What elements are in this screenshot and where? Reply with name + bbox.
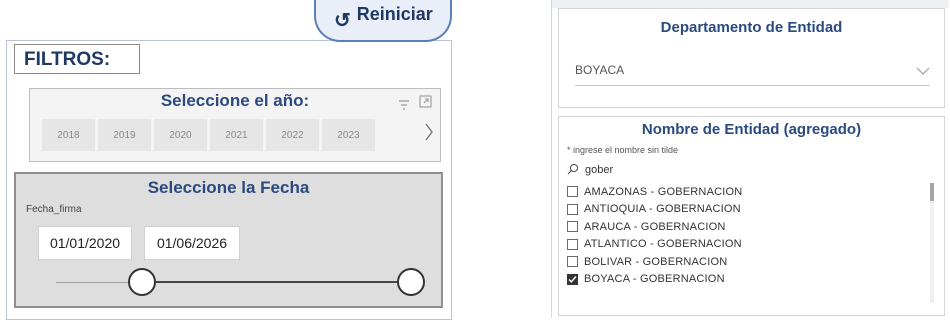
year-chip[interactable]: 2020 [154, 119, 207, 151]
year-slicer: Seleccione el año: 2018 2019 2020 2021 2… [29, 88, 441, 162]
checkbox[interactable] [567, 186, 578, 198]
search-icon [567, 163, 579, 178]
filter-icon[interactable] [398, 97, 410, 115]
department-dropdown[interactable]: BOYACA [575, 55, 930, 86]
checkbox[interactable] [567, 238, 578, 250]
list-item[interactable]: ATLANTICO - GOBERNACION [567, 236, 929, 254]
list-item-label: BOLIVAR - GOBERNACION [584, 255, 728, 268]
year-slicer-title: Seleccione el año: [160, 91, 310, 110]
year-chip[interactable]: 2019 [98, 119, 151, 151]
entity-list-scrollbar[interactable] [930, 183, 934, 303]
entity-list: AMAZONAS - GOBERNACION ANTIOQUIA - GOBER… [567, 183, 929, 309]
start-date-slider-handle[interactable] [128, 268, 156, 296]
list-item-label: ARAUCA - GOBERNACION [584, 220, 726, 233]
list-item-label: AMAZONAS - GOBERNACION [584, 185, 743, 198]
list-item-label: ANTIOQUIA - GOBERNACION [584, 203, 741, 216]
scrollbar-thumb[interactable] [930, 183, 934, 201]
entity-slicer: Nombre de Entidad (agregado) * ingrese e… [558, 116, 945, 316]
year-chip[interactable]: 2023 [322, 119, 375, 151]
year-chip[interactable]: 2018 [42, 119, 95, 151]
chevron-down-icon [916, 63, 930, 78]
list-item[interactable]: ARAUCA - GOBERNACION [567, 218, 929, 236]
entity-filters-panel: Departamento de Entidad BOYACA Nombre de… [551, 0, 949, 318]
checkbox[interactable] [567, 221, 578, 233]
end-date-input[interactable]: 01/06/2026 [144, 226, 240, 260]
year-chip[interactable]: 2021 [210, 119, 263, 151]
entity-search-hint: * ingrese el nombre sin tilde [567, 145, 679, 155]
panel-top-band [552, 0, 949, 8]
entity-search-value: gober [585, 164, 614, 176]
checkbox-checked[interactable] [567, 273, 578, 285]
list-item-label: BOYACA - GOBERNACION [584, 273, 725, 286]
year-chip-list: 2018 2019 2020 2021 2022 2023 [42, 119, 375, 151]
date-slicer: Seleccione la Fecha Fecha_firma 01/01/20… [14, 172, 443, 308]
chevron-right-icon[interactable] [424, 122, 434, 147]
filters-label: FILTROS: [14, 44, 140, 74]
department-slicer-title: Departamento de Entidad [660, 19, 843, 36]
end-date-slider-handle[interactable] [397, 268, 425, 296]
checkbox[interactable] [567, 203, 578, 215]
list-item[interactable]: AMAZONAS - GOBERNACION [567, 183, 929, 201]
department-slicer: Departamento de Entidad BOYACA [558, 8, 945, 108]
list-item[interactable]: ANTIOQUIA - GOBERNACION [567, 201, 929, 219]
list-item[interactable]: BOYACA - GOBERNACION [567, 271, 929, 289]
date-slicer-title: Seleccione la Fecha [147, 178, 310, 197]
entity-slicer-title: Nombre de Entidad (agregado) [641, 121, 862, 138]
year-chip[interactable]: 2022 [266, 119, 319, 151]
focus-mode-icon[interactable] [419, 95, 432, 113]
reset-button-label: Reiniciar [356, 3, 433, 24]
list-item[interactable]: BOLIVAR - GOBERNACION [567, 253, 929, 271]
start-date-input[interactable]: 01/01/2020 [38, 226, 132, 260]
reset-button[interactable]: ↺ Reiniciar [314, 0, 452, 42]
entity-search-input[interactable]: gober [567, 161, 937, 179]
department-selected-value: BOYACA [575, 63, 625, 77]
checkbox[interactable] [567, 256, 578, 268]
slider-track-selected [154, 281, 410, 283]
list-item-label: ATLANTICO - GOBERNACION [584, 238, 742, 251]
reset-icon: ↺ [334, 9, 351, 32]
date-field-label: Fecha_firma [26, 204, 82, 215]
